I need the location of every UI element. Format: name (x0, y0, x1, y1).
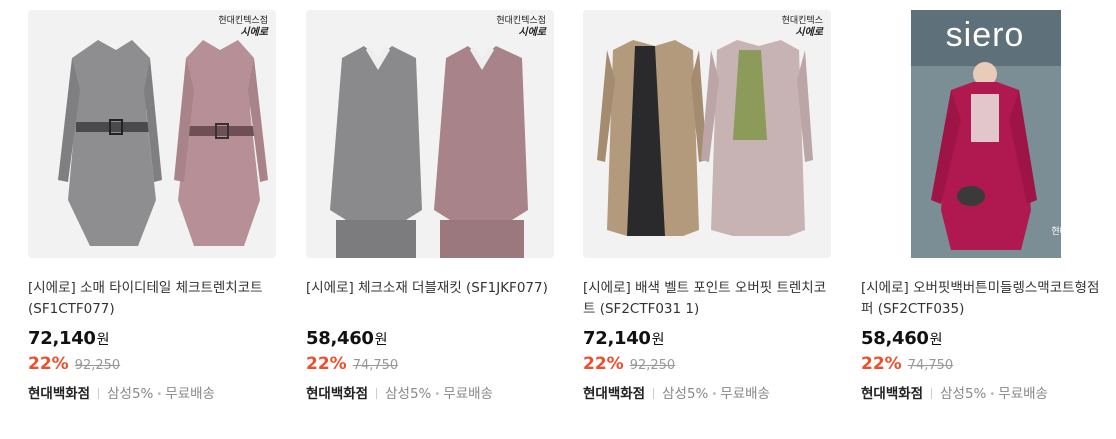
currency-label: 원 (929, 332, 943, 348)
sale-price: 72,140 (28, 328, 96, 349)
discount-rate: 22% (306, 354, 347, 374)
discount-row: 22% 92,250 (583, 354, 831, 376)
product-image[interactable]: siero 현대킨텍스점 시에로 (861, 10, 1109, 258)
discount-row: 22% 92,250 (28, 354, 276, 376)
divider (98, 388, 100, 399)
seller-name[interactable]: 현대백화점 (861, 386, 923, 402)
currency-label: 원 (651, 332, 665, 348)
divider (653, 388, 655, 399)
product-grid: 현대킨텍스점 시에로 [시에로] 소매 타이디테일 체크트렌치코트 (SF1CT… (0, 0, 1116, 439)
discount-rate: 22% (861, 354, 902, 374)
store-watermark: 현대킨텍스점 시에로 (218, 16, 268, 38)
shipping-info: 무료배송 (998, 386, 1048, 402)
seller-row: 현대백화점 삼성5% • 무료배송 (28, 382, 276, 402)
coat-illustration (28, 10, 276, 258)
shipping-info: 무료배송 (720, 386, 770, 402)
product-title[interactable]: [시에로] 오버핏백버튼미들렝스맥코트형점퍼 (SF2CTF035) (861, 278, 1109, 320)
store-watermark: 현대킨텍스점 시에로 (496, 16, 546, 38)
sale-price: 58,460 (306, 328, 374, 349)
brand-logo: siero (945, 16, 1025, 54)
bullet-dot: • (711, 389, 718, 400)
product-image[interactable]: 현대킨텍스 시에로 (583, 10, 831, 258)
price-row: 58,460원 (306, 328, 554, 352)
original-price: 74,750 (352, 358, 399, 373)
divider (931, 388, 933, 399)
card-benefit: 삼성5% (107, 386, 154, 402)
shipping-info: 무료배송 (165, 386, 215, 402)
discount-row: 22% 74,750 (861, 354, 1109, 376)
original-price: 92,250 (629, 358, 676, 373)
seller-name[interactable]: 현대백화점 (28, 386, 90, 402)
product-card[interactable]: 현대킨텍스 시에로 [시에로] 배색 벨트 포인트 오버핏 트렌치코트 (SF2… (583, 10, 831, 430)
sale-price: 72,140 (583, 328, 651, 349)
sale-price: 58,460 (861, 328, 929, 349)
discount-row: 22% 74,750 (306, 354, 554, 376)
card-benefit: 삼성5% (940, 386, 987, 402)
original-price: 92,250 (74, 358, 121, 373)
seller-name[interactable]: 현대백화점 (583, 386, 645, 402)
seller-row: 현대백화점 삼성5% • 무료배송 (583, 382, 831, 402)
price-row: 72,140원 (28, 328, 276, 352)
product-title[interactable]: [시에로] 체크소재 더블재킷 (SF1JKF077) (306, 278, 554, 320)
shipping-info: 무료배송 (443, 386, 493, 402)
product-title[interactable]: [시에로] 배색 벨트 포인트 오버핏 트렌치코트 (SF2CTF031 1) (583, 278, 831, 320)
bullet-dot: • (989, 389, 996, 400)
product-card[interactable]: siero 현대킨텍스점 시에로 [시에로] 오버핏백버튼미들렝스맥코트형점퍼 … (861, 10, 1109, 430)
product-card[interactable]: 현대킨텍스점 시에로 [시에로] 체크소재 더블재킷 (SF1JKF077) 5… (306, 10, 554, 430)
seller-row: 현대백화점 삼성5% • 무료배송 (861, 382, 1109, 402)
seller-row: 현대백화점 삼성5% • 무료배송 (306, 382, 554, 402)
jacket-illustration (306, 10, 554, 258)
price-row: 72,140원 (583, 328, 831, 352)
original-price: 74,750 (907, 358, 954, 373)
discount-rate: 22% (28, 354, 69, 374)
divider (376, 388, 378, 399)
product-card[interactable]: 현대킨텍스점 시에로 [시에로] 소매 타이디테일 체크트렌치코트 (SF1CT… (28, 10, 276, 430)
seller-name[interactable]: 현대백화점 (306, 386, 368, 402)
product-image[interactable]: 현대킨텍스점 시에로 (28, 10, 276, 258)
currency-label: 원 (374, 332, 388, 348)
store-watermark: 현대킨텍스점 시에로 (1051, 227, 1101, 249)
store-watermark: 현대킨텍스 시에로 (781, 16, 823, 38)
price-row: 58,460원 (861, 328, 1109, 352)
bullet-dot: • (434, 389, 441, 400)
product-image[interactable]: 현대킨텍스점 시에로 (306, 10, 554, 258)
discount-rate: 22% (583, 354, 624, 374)
currency-label: 원 (96, 332, 110, 348)
card-benefit: 삼성5% (385, 386, 432, 402)
bullet-dot: • (156, 389, 163, 400)
trench-illustration (583, 10, 831, 258)
card-benefit: 삼성5% (662, 386, 709, 402)
product-title[interactable]: [시에로] 소매 타이디테일 체크트렌치코트 (SF1CTF077) (28, 278, 276, 320)
